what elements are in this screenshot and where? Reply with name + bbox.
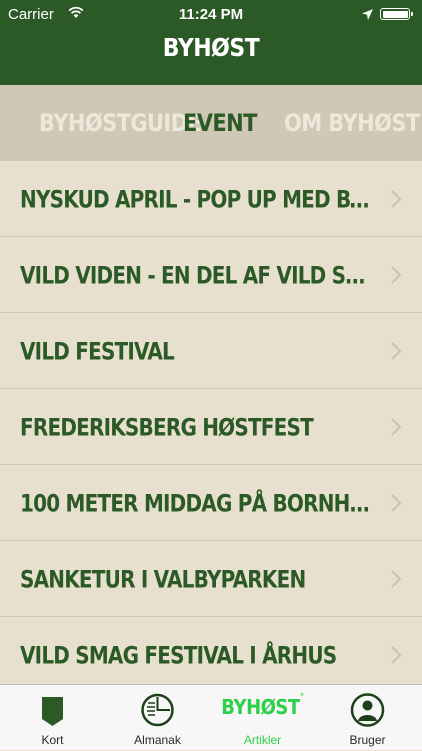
page-title: BYHØST [162, 34, 260, 63]
list-item[interactable]: VILD VIDEN - EN DEL AF VILD SMAG FESTI..… [0, 237, 422, 313]
chevron-right-icon [391, 190, 402, 208]
tab-om-byhost[interactable]: OM BYHØST [284, 105, 420, 142]
byhost-logo-icon: BYHØST° [221, 693, 304, 720]
event-list: NYSKUD APRIL - POP UP MED BYHØST I K... … [0, 161, 422, 684]
byhost-logo-text: BYHØST [221, 695, 300, 720]
chevron-right-icon [391, 418, 402, 436]
clock: 11:24 PM [178, 6, 244, 23]
tabbar-label-kort: Kort [41, 733, 64, 747]
list-item[interactable]: VILD SMAG FESTIVAL I ÅRHUS [0, 617, 422, 684]
status-bar: Carrier 11:24 PM [0, 0, 422, 30]
event-title: VILD SMAG FESTIVAL I ÅRHUS [20, 640, 337, 670]
tabbar-item-artikler[interactable]: BYHØST° Artikler [210, 685, 315, 751]
tab-bar: Kort Almanak BYHØST° Artikler Bruger [0, 684, 422, 750]
segment-tabs: BYHØSTGUIDE EVENT OM BYHØST [0, 85, 422, 161]
tabbar-label-bruger: Bruger [349, 733, 386, 747]
list-item[interactable]: NYSKUD APRIL - POP UP MED BYHØST I K... [0, 161, 422, 237]
tabbar-item-kort[interactable]: Kort [0, 685, 105, 751]
chevron-right-icon [391, 570, 402, 588]
tab-event[interactable]: EVENT [183, 105, 257, 142]
tabbar-label-artikler: Artikler [243, 733, 282, 747]
tab-byhostguide[interactable]: BYHØSTGUIDE [39, 105, 202, 142]
map-pin-icon [42, 697, 63, 726]
list-item[interactable]: 100 METER MIDDAG PÅ BORNHOLM [0, 465, 422, 541]
chevron-right-icon [391, 266, 402, 284]
chevron-right-icon [391, 494, 402, 512]
user-icon [350, 693, 385, 727]
almanac-icon [141, 693, 174, 727]
navigation-header: Carrier 11:24 PM BYHØST [0, 0, 422, 85]
tabbar-label-almanak: Almanak [134, 733, 181, 747]
list-item[interactable]: FREDERIKSBERG HØSTFEST [0, 389, 422, 465]
chevron-right-icon [391, 646, 402, 664]
tabbar-item-almanak[interactable]: Almanak [105, 685, 210, 751]
tabbar-item-bruger[interactable]: Bruger [315, 685, 420, 751]
list-item[interactable]: VILD FESTIVAL [0, 313, 422, 389]
chevron-right-icon [391, 342, 402, 360]
battery-icon [380, 8, 413, 20]
list-item[interactable]: SANKETUR I VALBYPARKEN [0, 541, 422, 617]
location-arrow-icon [362, 7, 373, 24]
